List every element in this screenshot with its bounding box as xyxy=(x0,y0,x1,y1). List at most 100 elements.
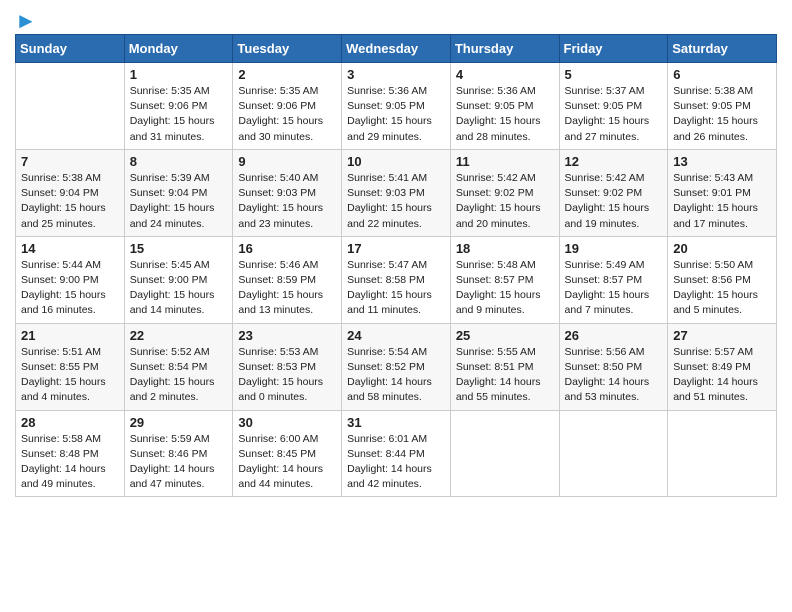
page-header: ► xyxy=(15,10,777,28)
weekday-header-wednesday: Wednesday xyxy=(342,35,451,63)
day-info: Sunrise: 5:42 AMSunset: 9:02 PMDaylight:… xyxy=(565,171,663,232)
day-number: 6 xyxy=(673,67,771,82)
day-info: Sunrise: 5:54 AMSunset: 8:52 PMDaylight:… xyxy=(347,345,445,406)
day-number: 27 xyxy=(673,328,771,343)
calendar-week-4: 21 Sunrise: 5:51 AMSunset: 8:55 PMDayligh… xyxy=(16,323,777,410)
day-number: 10 xyxy=(347,154,445,169)
calendar-cell: 21 Sunrise: 5:51 AMSunset: 8:55 PMDayligh… xyxy=(16,323,125,410)
day-info: Sunrise: 5:57 AMSunset: 8:49 PMDaylight:… xyxy=(673,345,771,406)
day-number: 9 xyxy=(238,154,336,169)
day-info: Sunrise: 5:56 AMSunset: 8:50 PMDaylight:… xyxy=(565,345,663,406)
calendar-cell: 3 Sunrise: 5:36 AMSunset: 9:05 PMDaylight… xyxy=(342,63,451,150)
calendar-cell: 10 Sunrise: 5:41 AMSunset: 9:03 PMDayligh… xyxy=(342,149,451,236)
day-info: Sunrise: 5:42 AMSunset: 9:02 PMDaylight:… xyxy=(456,171,554,232)
calendar-week-1: 1 Sunrise: 5:35 AMSunset: 9:06 PMDaylight… xyxy=(16,63,777,150)
calendar-cell: 27 Sunrise: 5:57 AMSunset: 8:49 PMDayligh… xyxy=(668,323,777,410)
day-info: Sunrise: 5:46 AMSunset: 8:59 PMDaylight:… xyxy=(238,258,336,319)
weekday-header-sunday: Sunday xyxy=(16,35,125,63)
day-number: 15 xyxy=(130,241,228,256)
weekday-header-thursday: Thursday xyxy=(450,35,559,63)
day-number: 23 xyxy=(238,328,336,343)
day-info: Sunrise: 6:01 AMSunset: 8:44 PMDaylight:… xyxy=(347,432,445,493)
calendar-cell: 8Sunrise: 5:39 AMSunset: 9:04 PMDaylight… xyxy=(124,149,233,236)
day-info: Sunrise: 5:52 AMSunset: 8:54 PMDaylight:… xyxy=(130,345,228,406)
calendar-body: 1 Sunrise: 5:35 AMSunset: 9:06 PMDaylight… xyxy=(16,63,777,497)
day-number: 5 xyxy=(565,67,663,82)
day-number: 8 xyxy=(130,154,228,169)
calendar-cell: 26 Sunrise: 5:56 AMSunset: 8:50 PMDayligh… xyxy=(559,323,668,410)
day-number: 21 xyxy=(21,328,119,343)
day-info: Sunrise: 5:35 AMSunset: 9:06 PMDaylight:… xyxy=(130,84,228,145)
day-number: 1 xyxy=(130,67,228,82)
day-info: Sunrise: 5:45 AMSunset: 9:00 PMDaylight:… xyxy=(130,258,228,319)
calendar-cell: 14 Sunrise: 5:44 AMSunset: 9:00 PMDayligh… xyxy=(16,236,125,323)
day-number: 13 xyxy=(673,154,771,169)
day-number: 11 xyxy=(456,154,554,169)
day-info: Sunrise: 5:37 AMSunset: 9:05 PMDaylight:… xyxy=(565,84,663,145)
day-info: Sunrise: 5:41 AMSunset: 9:03 PMDaylight:… xyxy=(347,171,445,232)
day-info: Sunrise: 5:55 AMSunset: 8:51 PMDaylight:… xyxy=(456,345,554,406)
day-number: 28 xyxy=(21,415,119,430)
calendar-cell: 28Sunrise: 5:58 AMSunset: 8:48 PMDayligh… xyxy=(16,410,125,497)
calendar-cell: 13 Sunrise: 5:43 AMSunset: 9:01 PMDayligh… xyxy=(668,149,777,236)
day-number: 17 xyxy=(347,241,445,256)
day-number: 3 xyxy=(347,67,445,82)
calendar-cell: 22Sunrise: 5:52 AMSunset: 8:54 PMDayligh… xyxy=(124,323,233,410)
weekday-header-monday: Monday xyxy=(124,35,233,63)
calendar-cell: 19 Sunrise: 5:49 AMSunset: 8:57 PMDayligh… xyxy=(559,236,668,323)
weekday-header-tuesday: Tuesday xyxy=(233,35,342,63)
calendar-week-3: 14 Sunrise: 5:44 AMSunset: 9:00 PMDayligh… xyxy=(16,236,777,323)
day-info: Sunrise: 5:48 AMSunset: 8:57 PMDaylight:… xyxy=(456,258,554,319)
day-info: Sunrise: 5:38 AMSunset: 9:04 PMDaylight:… xyxy=(21,171,119,232)
day-info: Sunrise: 5:47 AMSunset: 8:58 PMDaylight:… xyxy=(347,258,445,319)
logo: ► xyxy=(15,10,37,28)
day-info: Sunrise: 5:44 AMSunset: 9:00 PMDaylight:… xyxy=(21,258,119,319)
day-number: 14 xyxy=(21,241,119,256)
weekday-header-row: SundayMondayTuesdayWednesdayThursdayFrid… xyxy=(16,35,777,63)
day-info: Sunrise: 5:43 AMSunset: 9:01 PMDaylight:… xyxy=(673,171,771,232)
weekday-header-saturday: Saturday xyxy=(668,35,777,63)
calendar-cell xyxy=(450,410,559,497)
calendar-cell: 17 Sunrise: 5:47 AMSunset: 8:58 PMDayligh… xyxy=(342,236,451,323)
day-number: 12 xyxy=(565,154,663,169)
calendar-table: SundayMondayTuesdayWednesdayThursdayFrid… xyxy=(15,34,777,497)
calendar-cell: 6 Sunrise: 5:38 AMSunset: 9:05 PMDaylight… xyxy=(668,63,777,150)
calendar-cell: 25 Sunrise: 5:55 AMSunset: 8:51 PMDayligh… xyxy=(450,323,559,410)
day-info: Sunrise: 5:49 AMSunset: 8:57 PMDaylight:… xyxy=(565,258,663,319)
calendar-cell: 9Sunrise: 5:40 AMSunset: 9:03 PMDaylight… xyxy=(233,149,342,236)
logo-text: ► xyxy=(15,10,37,32)
day-info: Sunrise: 5:51 AMSunset: 8:55 PMDaylight:… xyxy=(21,345,119,406)
day-info: Sunrise: 5:38 AMSunset: 9:05 PMDaylight:… xyxy=(673,84,771,145)
day-number: 7 xyxy=(21,154,119,169)
calendar-cell: 5 Sunrise: 5:37 AMSunset: 9:05 PMDaylight… xyxy=(559,63,668,150)
day-number: 25 xyxy=(456,328,554,343)
calendar-week-2: 7 Sunrise: 5:38 AMSunset: 9:04 PMDaylight… xyxy=(16,149,777,236)
weekday-header-friday: Friday xyxy=(559,35,668,63)
calendar-cell: 15 Sunrise: 5:45 AMSunset: 9:00 PMDayligh… xyxy=(124,236,233,323)
day-info: Sunrise: 5:36 AMSunset: 9:05 PMDaylight:… xyxy=(456,84,554,145)
calendar-cell xyxy=(668,410,777,497)
calendar-cell: 11 Sunrise: 5:42 AMSunset: 9:02 PMDayligh… xyxy=(450,149,559,236)
calendar-cell: 29Sunrise: 5:59 AMSunset: 8:46 PMDayligh… xyxy=(124,410,233,497)
calendar-cell: 4Sunrise: 5:36 AMSunset: 9:05 PMDaylight… xyxy=(450,63,559,150)
day-number: 20 xyxy=(673,241,771,256)
calendar-cell xyxy=(16,63,125,150)
calendar-cell: 18Sunrise: 5:48 AMSunset: 8:57 PMDayligh… xyxy=(450,236,559,323)
day-number: 2 xyxy=(238,67,336,82)
calendar-cell: 7 Sunrise: 5:38 AMSunset: 9:04 PMDaylight… xyxy=(16,149,125,236)
day-number: 31 xyxy=(347,415,445,430)
day-number: 26 xyxy=(565,328,663,343)
calendar-cell: 23Sunrise: 5:53 AMSunset: 8:53 PMDayligh… xyxy=(233,323,342,410)
calendar-cell: 30 Sunrise: 6:00 AMSunset: 8:45 PMDayligh… xyxy=(233,410,342,497)
calendar-cell: 12 Sunrise: 5:42 AMSunset: 9:02 PMDayligh… xyxy=(559,149,668,236)
day-number: 24 xyxy=(347,328,445,343)
day-info: Sunrise: 5:35 AMSunset: 9:06 PMDaylight:… xyxy=(238,84,336,145)
day-number: 30 xyxy=(238,415,336,430)
calendar-cell: 24 Sunrise: 5:54 AMSunset: 8:52 PMDayligh… xyxy=(342,323,451,410)
day-number: 29 xyxy=(130,415,228,430)
day-number: 19 xyxy=(565,241,663,256)
day-info: Sunrise: 5:36 AMSunset: 9:05 PMDaylight:… xyxy=(347,84,445,145)
day-number: 16 xyxy=(238,241,336,256)
calendar-cell: 2 Sunrise: 5:35 AMSunset: 9:06 PMDaylight… xyxy=(233,63,342,150)
day-info: Sunrise: 6:00 AMSunset: 8:45 PMDaylight:… xyxy=(238,432,336,493)
